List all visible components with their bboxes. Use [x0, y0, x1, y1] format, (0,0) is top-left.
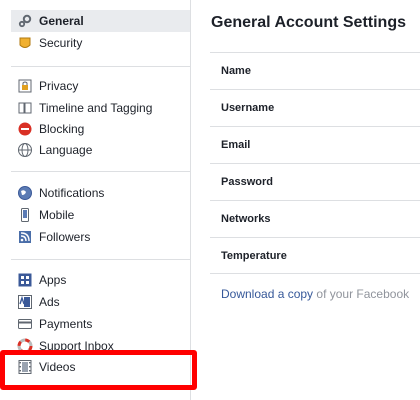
- settings-row-username[interactable]: Username: [210, 89, 420, 126]
- mobile-phone-icon: [17, 207, 33, 223]
- sidebar-item-label: Mobile: [39, 208, 75, 222]
- no-entry-icon: [17, 121, 33, 137]
- settings-row-label: Temperature: [221, 249, 287, 262]
- sidebar-item-timeline-and-tagging[interactable]: Timeline and Tagging: [11, 97, 190, 119]
- sidebar-item-label: Apps: [39, 273, 67, 287]
- lifebuoy-icon: [17, 338, 33, 354]
- download-copy-line: Download a copy of your Facebook: [221, 287, 409, 301]
- sidebar-item-security[interactable]: Security: [11, 32, 190, 54]
- settings-row-temperature[interactable]: Temperature: [210, 237, 420, 274]
- shield-badge-icon: [17, 35, 33, 51]
- sidebar-item-label: Blocking: [39, 122, 85, 136]
- settings-row-label: Email: [221, 139, 251, 151]
- globe-notifications-icon: [17, 185, 33, 201]
- payment-card-icon: [17, 316, 33, 332]
- sidebar-item-label: Payments: [39, 317, 93, 331]
- settings-main-panel: General Account Settings Name Username E…: [192, 0, 420, 400]
- gears-icon: [17, 13, 33, 29]
- sidebar-divider: [11, 171, 190, 172]
- sidebar-item-videos[interactable]: Videos: [11, 356, 190, 378]
- download-copy-suffix: of your Facebook: [313, 287, 410, 301]
- sidebar-item-blocking[interactable]: Blocking: [11, 118, 190, 140]
- sidebar-item-support-inbox[interactable]: Support Inbox: [11, 335, 190, 357]
- download-copy-link[interactable]: Download a copy: [221, 287, 313, 301]
- settings-list: Name Username Email Password Networks Te…: [210, 52, 420, 274]
- settings-row-label: Name: [221, 65, 251, 77]
- sidebar-divider: [11, 259, 190, 260]
- sidebar-item-label: Ads: [39, 295, 60, 309]
- sidebar-item-label: Language: [39, 143, 93, 157]
- page-title: General Account Settings: [211, 14, 406, 31]
- settings-row-password[interactable]: Password: [210, 163, 420, 200]
- padlock-icon: [17, 78, 33, 94]
- sidebar-item-ads[interactable]: Ads: [11, 291, 190, 313]
- rss-icon: [17, 229, 33, 245]
- sidebar-item-label: General: [39, 14, 84, 28]
- ads-icon: [17, 294, 33, 310]
- sidebar-item-apps[interactable]: Apps: [11, 269, 190, 291]
- apps-grid-icon: [17, 272, 33, 288]
- sidebar-item-label: Privacy: [39, 79, 79, 93]
- sidebar-item-language[interactable]: Language: [11, 139, 190, 161]
- sidebar-item-label: Timeline and Tagging: [39, 101, 153, 115]
- sidebar-item-notifications[interactable]: Notifications: [11, 182, 190, 204]
- sidebar-item-label: Security: [39, 36, 83, 50]
- sidebar-item-label: Followers: [39, 230, 91, 244]
- sidebar-divider: [11, 66, 190, 67]
- settings-row-email[interactable]: Email: [210, 126, 420, 163]
- film-strip-icon: [17, 359, 33, 375]
- timeline-icon: [17, 100, 33, 116]
- sidebar-item-payments[interactable]: Payments: [11, 313, 190, 335]
- settings-row-label: Username: [221, 102, 275, 114]
- globe-icon: [17, 142, 33, 158]
- settings-sidebar: General Security Privacy Timeline and Ta…: [0, 0, 191, 400]
- sidebar-item-general[interactable]: General: [11, 10, 190, 32]
- sidebar-item-mobile[interactable]: Mobile: [11, 204, 190, 226]
- settings-row-name[interactable]: Name: [210, 52, 420, 89]
- settings-row-networks[interactable]: Networks: [210, 200, 420, 237]
- settings-row-label: Networks: [221, 213, 271, 225]
- sidebar-item-followers[interactable]: Followers: [11, 226, 190, 248]
- sidebar-item-privacy[interactable]: Privacy: [11, 75, 190, 97]
- sidebar-item-label: Support Inbox: [39, 339, 114, 353]
- sidebar-item-label: Videos: [39, 360, 76, 374]
- settings-row-label: Password: [221, 176, 273, 188]
- sidebar-item-label: Notifications: [39, 186, 105, 200]
